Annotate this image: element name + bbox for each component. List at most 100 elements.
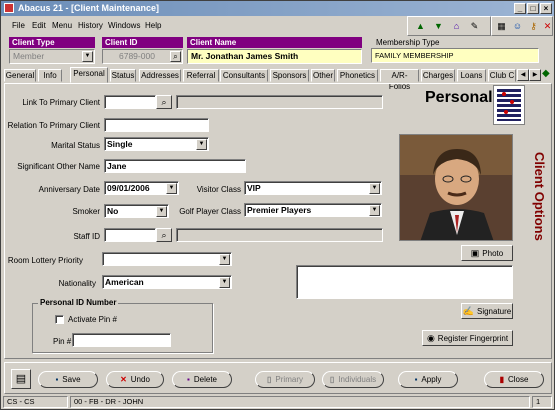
client-name-field[interactable]: Mr. Jonathan James Smith — [187, 49, 362, 64]
arrow-down-icon[interactable]: ▼ — [432, 20, 445, 33]
staff-name-display — [176, 228, 383, 242]
relation-label: Relation To Primary Client — [7, 121, 100, 130]
tab-other[interactable]: Other — [311, 69, 335, 82]
tab-referral[interactable]: Referral — [183, 69, 219, 82]
tab-ar-folios[interactable]: A/R-Folios — [380, 69, 419, 91]
pen-icon[interactable]: ✎ — [468, 20, 481, 33]
delete-label: Delete — [193, 375, 217, 384]
visitor-class-select[interactable]: VIP ▼ — [244, 181, 382, 195]
primary-button[interactable]: ▯ Primary — [255, 371, 315, 388]
pin-input[interactable] — [72, 333, 171, 347]
sig-other-input[interactable]: Jane — [104, 159, 246, 173]
chevron-down-icon[interactable]: ▼ — [82, 51, 93, 62]
close-button[interactable]: ▮ Close — [484, 371, 544, 388]
chevron-down-icon[interactable]: ▼ — [369, 183, 380, 194]
marital-select[interactable]: Single ▼ — [104, 137, 209, 151]
relation-input[interactable] — [104, 118, 209, 132]
tab-club[interactable]: Club C — [488, 69, 516, 82]
tab-consultants[interactable]: Consultants — [220, 69, 268, 82]
camera-icon: ▣ — [470, 248, 480, 258]
search-icon[interactable]: ⌕ — [170, 51, 181, 62]
photo-button-label: Photo — [482, 249, 504, 258]
membership-type-label: Membership Type — [376, 38, 440, 47]
anniversary-label: Anniversary Date — [38, 185, 100, 194]
arrow-up-icon[interactable]: ▲ — [414, 20, 427, 33]
chevron-down-icon[interactable]: ▼ — [369, 205, 380, 216]
menu-file[interactable]: File — [12, 21, 25, 30]
client-photo — [399, 134, 513, 241]
marital-value: Single — [107, 139, 133, 149]
smoker-value: No — [107, 206, 119, 216]
tab-info[interactable]: Info — [38, 69, 62, 82]
golf-class-value: Premier Players — [247, 205, 312, 215]
tab-loans[interactable]: Loans — [457, 69, 486, 82]
tab-charges[interactable]: Charges — [421, 69, 455, 82]
photo-button[interactable]: ▣ Photo — [461, 245, 513, 261]
chevron-down-icon[interactable]: ▼ — [219, 254, 230, 265]
undo-button[interactable]: ✕ Undo — [106, 371, 164, 388]
menu-windows[interactable]: Windows — [108, 21, 140, 30]
client-id-field[interactable]: 6789-000 ⌕ — [102, 49, 183, 64]
maximize-button[interactable]: □ — [527, 3, 539, 14]
tab-status[interactable]: Status — [110, 69, 136, 82]
tab-scroll-right-icon[interactable]: ▶ — [529, 69, 541, 81]
calculator-icon[interactable]: ▦ — [495, 20, 508, 33]
signature-button[interactable]: ✍ Signature — [461, 303, 513, 319]
client-type-select[interactable]: Member ▼ — [9, 49, 95, 64]
tab-addresses[interactable]: Addresses — [139, 69, 181, 82]
staff-id-search-icon[interactable]: ⌕ — [156, 228, 172, 242]
arrow-left-icon[interactable]: ◆ — [542, 68, 554, 82]
menu-help[interactable]: Help — [145, 21, 161, 30]
tab-phonetics[interactable]: Phonetics — [337, 69, 378, 82]
nationality-select[interactable]: American ▼ — [102, 275, 232, 289]
staff-id-input[interactable] — [104, 228, 156, 242]
personal-id-group-title: Personal ID Number — [38, 298, 119, 307]
menu-edit[interactable]: Edit — [32, 21, 46, 30]
client-options-label[interactable]: Client Options — [532, 152, 547, 241]
membership-type-panel: Membership Type FAMILY MEMBERSHIP — [371, 38, 539, 66]
exit-icon[interactable]: ✕ — [541, 20, 554, 33]
tab-sponsors[interactable]: Sponsors — [270, 69, 309, 82]
signature-display — [296, 265, 513, 299]
client-type-panel: Client Type Member ▼ — [9, 37, 95, 65]
smoker-select[interactable]: No ▼ — [104, 204, 169, 218]
link-primary-search-icon[interactable]: ⌕ — [156, 95, 172, 109]
anniversary-select[interactable]: 09/01/2006 ▼ — [104, 181, 179, 195]
action-bar: ▤ ▪ Save ✕ Undo ▪ Delete ▯ Primary ▯ Individu… — [4, 362, 552, 394]
person-icon[interactable]: ☺ — [511, 20, 524, 33]
staff-id-label: Staff ID — [73, 232, 100, 241]
client-id-label: Client ID — [102, 37, 183, 48]
delete-icon: ▪ — [187, 375, 190, 384]
activate-pin-checkbox[interactable] — [55, 315, 64, 324]
golf-class-select[interactable]: Premier Players ▼ — [244, 203, 382, 217]
menu-history[interactable]: History — [78, 21, 103, 30]
chevron-down-icon[interactable]: ▼ — [156, 206, 167, 217]
link-primary-name-display — [176, 95, 383, 109]
report-icon[interactable]: ▤ — [11, 369, 31, 389]
signature-button-label: Signature — [476, 307, 512, 316]
delete-button[interactable]: ▪ Delete — [172, 371, 232, 388]
sig-other-label: Significant Other Name — [17, 162, 100, 171]
room-lottery-select[interactable]: ▼ — [102, 252, 232, 266]
fingerprint-icon: ◉ — [426, 333, 435, 343]
tab-scroll-left-icon[interactable]: ◀ — [517, 69, 529, 81]
minimize-button[interactable]: _ — [514, 3, 526, 14]
register-fingerprint-button[interactable]: ◉ Register Fingerprint — [422, 330, 513, 346]
golf-class-label: Golf Player Class — [179, 207, 241, 216]
chevron-down-icon[interactable]: ▼ — [196, 139, 207, 150]
tab-general[interactable]: General — [4, 69, 36, 82]
chevron-down-icon[interactable]: ▼ — [219, 277, 230, 288]
save-button[interactable]: ▪ Save — [38, 371, 98, 388]
key-icon[interactable]: ⚷ — [527, 20, 540, 33]
link-primary-input[interactable] — [104, 95, 156, 109]
individuals-button[interactable]: ▯ Individuals — [322, 371, 384, 388]
tab-personal[interactable]: Personal — [70, 67, 108, 83]
apply-icon: ▪ — [414, 375, 418, 384]
menu-menu[interactable]: Menu — [52, 21, 72, 30]
chevron-down-icon[interactable]: ▼ — [166, 183, 177, 194]
apply-button[interactable]: ▪ Apply — [398, 371, 458, 388]
client-id-panel: Client ID 6789-000 ⌕ — [102, 37, 183, 65]
home-icon[interactable]: ⌂ — [450, 20, 463, 33]
close-window-button[interactable]: × — [540, 3, 552, 14]
save-icon: ▪ — [55, 375, 59, 384]
